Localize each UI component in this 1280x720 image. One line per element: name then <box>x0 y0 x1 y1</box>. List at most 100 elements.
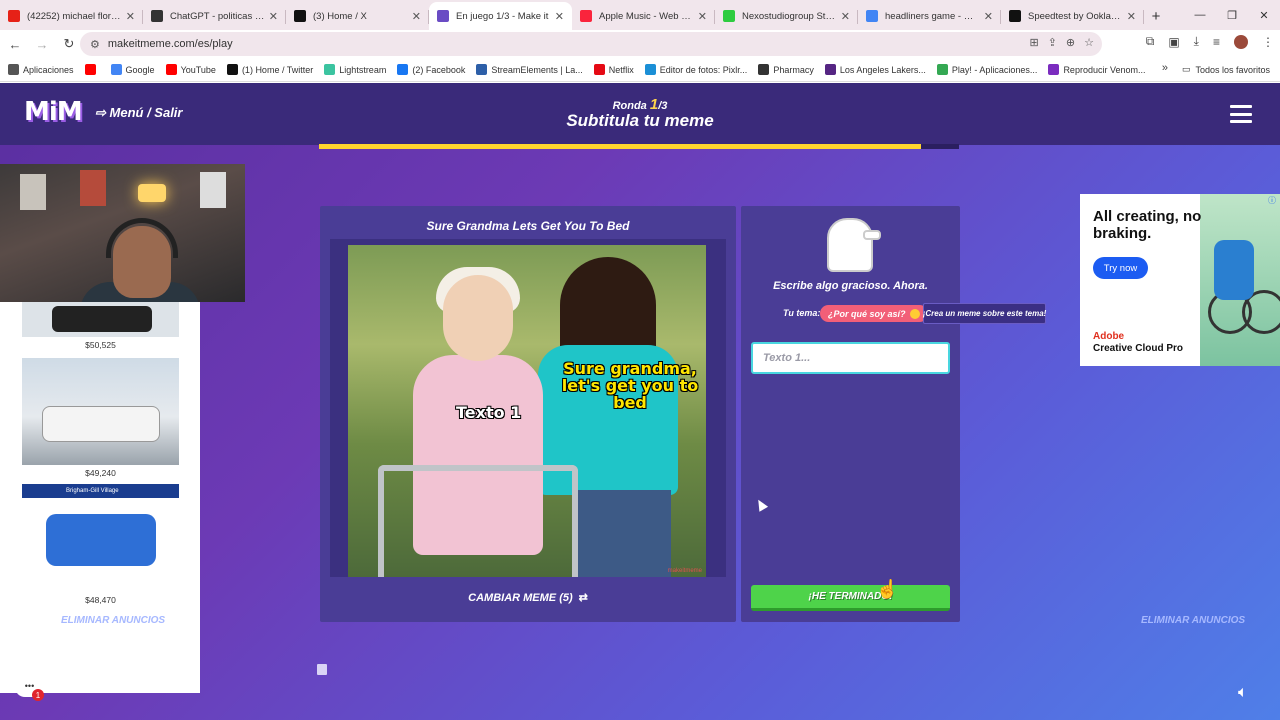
headset <box>106 218 178 258</box>
bookmark-item[interactable]: (1) Home / Twitter <box>226 64 313 75</box>
bookmark-item[interactable]: Aplicaciones <box>8 64 74 75</box>
browser-tab[interactable]: (42252) michael flores cam ✕ <box>0 2 143 30</box>
bookmark-label: Lightstream <box>339 64 387 75</box>
browser-tab[interactable]: Nexostudiogroup Stream ✕ <box>715 2 858 30</box>
ad-try-now-button[interactable]: Try now <box>1093 257 1148 279</box>
bookmark-icon <box>324 64 336 75</box>
extensions-icon[interactable]: ⧉ <box>1146 34 1155 49</box>
bookmark-item[interactable]: Google <box>110 64 155 75</box>
tab-close-icon[interactable]: ✕ <box>984 10 993 23</box>
tab-close-icon[interactable]: ✕ <box>126 10 135 23</box>
tab-close-icon[interactable]: ✕ <box>555 10 564 23</box>
browser-tab[interactable]: ChatGPT - politicas de cop ✕ <box>143 2 286 30</box>
download-icon[interactable]: ⤓ <box>1194 34 1199 49</box>
browser-tab[interactable]: (3) Home / X ✕ <box>286 2 429 30</box>
all-bookmarks[interactable]: ▭ Todos los favoritos <box>1182 64 1270 75</box>
change-meme-button[interactable]: CAMBIAR MEME (5) ⇄ <box>320 591 736 604</box>
bookmark-label: Editor de fotos: Pixlr... <box>659 64 748 75</box>
topic-chip[interactable]: ¿Por qué soy así? <box>820 305 928 322</box>
address-bar[interactable]: ⚙ makeitmeme.com/es/play ⊞ ⇪ ⊕ ☆ <box>80 32 1102 56</box>
tab-title: (3) Home / X <box>313 10 367 22</box>
bookmark-icon <box>397 64 409 75</box>
bookmark-label: YouTube <box>180 64 216 75</box>
bookmark-item[interactable]: Pharmacy <box>758 64 814 75</box>
share-icon[interactable]: ⇪ <box>1048 36 1057 49</box>
bookmark-label: Netflix <box>608 64 634 75</box>
bookmark-icon <box>110 64 122 75</box>
left-ad[interactable]: $50,525 $49,240 Brigham-Gill Village $48… <box>0 302 200 693</box>
media-control-icon[interactable]: ≡ <box>1213 35 1220 49</box>
bookmark-item[interactable]: Editor de fotos: Pixlr... <box>644 64 748 75</box>
car-price: $50,525 <box>85 340 116 350</box>
tab-title: (42252) michael flores cam <box>27 10 122 22</box>
tab-search-icon[interactable]: ▣ <box>1168 35 1179 49</box>
bookmark-item[interactable]: Los Angeles Lakers... <box>824 64 926 75</box>
tab-close-icon[interactable]: ✕ <box>841 10 850 23</box>
car-ad-1[interactable]: $50,525 <box>22 302 179 350</box>
forward-icon[interactable]: → <box>30 32 54 56</box>
info-icon[interactable] <box>317 664 327 675</box>
tab-close-icon[interactable]: ✕ <box>269 10 278 23</box>
meme-template-title: Sure Grandma Lets Get You To Bed <box>426 219 630 233</box>
minimize-icon[interactable]: — <box>1184 0 1216 30</box>
bookmark-icon <box>8 64 19 75</box>
close-window-icon[interactable]: ✕ <box>1248 0 1280 30</box>
meme-panel: Sure Grandma Lets Get You To Bed Texto 1… <box>320 206 736 622</box>
site-info-icon[interactable]: ⚙ <box>90 38 100 51</box>
car-price: $48,470 <box>85 595 116 605</box>
swap-icon: ⇄ <box>578 592 588 604</box>
remove-ads-right[interactable]: ELIMINAR ANUNCIOS <box>1141 615 1245 626</box>
page-title: Subtitula tu meme <box>566 111 714 130</box>
browser-tab[interactable]: Apple Music - Web Player ✕ <box>572 2 715 30</box>
bookmark-label: Play! - Aplicaciones... <box>951 64 1038 75</box>
hamburger-menu-icon[interactable] <box>1230 105 1252 123</box>
done-button[interactable]: ¡HE TERMINADO! <box>751 585 950 611</box>
bookmark-icon <box>824 64 836 75</box>
ad-headline: All creating, no braking. <box>1093 208 1202 243</box>
bookmark-icon <box>226 64 238 75</box>
bookmark-item[interactable]: Play! - Aplicaciones... <box>936 64 1038 75</box>
right-ad[interactable]: All creating, no braking. Try now Adobe … <box>1080 194 1280 366</box>
tab-close-icon[interactable]: ✕ <box>698 10 707 23</box>
translate-icon[interactable]: ⊞ <box>1029 36 1038 49</box>
tab-favicon-icon <box>151 10 163 22</box>
bookmark-item[interactable]: StreamElements | La... <box>476 64 583 75</box>
browser-toolbar: ← → ↻ ⚙ makeitmeme.com/es/play ⊞ ⇪ ⊕ ☆ ⧉… <box>0 30 1280 58</box>
browser-tab[interactable]: headliners game - Google ✕ <box>858 2 1001 30</box>
new-tab-button[interactable]: + <box>1144 2 1168 30</box>
bookmark-item[interactable]: (2) Facebook <box>397 64 465 75</box>
tab-close-icon[interactable]: ✕ <box>1127 10 1136 23</box>
reload-icon[interactable]: ↻ <box>57 32 81 56</box>
bookmark-item[interactable]: Lightstream <box>324 64 386 75</box>
caption-text-input[interactable] <box>751 342 950 374</box>
tab-title: Speedtest by Ookla - The <box>1028 10 1123 22</box>
caption-panel: Escribe algo gracioso. Ahora. Tu tema: ¿… <box>741 206 1046 622</box>
browser-tab[interactable]: En juego 1/3 - Make it ✕ <box>429 2 572 30</box>
menu-exit-button[interactable]: ⇨ Menú / Salir <box>95 105 182 121</box>
browser-menu-icon[interactable]: ⋮ <box>1262 35 1274 49</box>
bookmark-item[interactable]: YouTube <box>165 64 216 75</box>
bookmark-label: Google <box>125 64 155 75</box>
car-ad-3[interactable]: Brigham-Gill Village $48,470 <box>22 484 179 605</box>
back-icon[interactable]: ← <box>3 32 27 56</box>
more-bookmarks-icon[interactable]: » <box>1162 62 1168 74</box>
zoom-icon[interactable]: ⊕ <box>1066 36 1075 49</box>
create-topic-hint: ¡Crea un meme sobre este tema! <box>923 303 1046 324</box>
bookmark-star-icon[interactable]: ☆ <box>1084 36 1094 49</box>
logo[interactable]: MiM <box>24 97 83 127</box>
car-ad-2[interactable]: $49,240 <box>22 358 179 478</box>
bookmark-item[interactable]: Reproducir Venom... <box>1048 64 1145 75</box>
tab-favicon-icon <box>294 10 306 22</box>
profile-avatar[interactable] <box>1234 34 1248 49</box>
tab-title: Nexostudiogroup Stream <box>742 10 837 22</box>
tab-close-icon[interactable]: ✕ <box>412 10 421 23</box>
neon-light <box>138 184 166 202</box>
remove-ads-left[interactable]: ELIMINAR ANUNCIOS <box>61 615 165 626</box>
bookmark-item[interactable] <box>84 64 100 75</box>
bookmark-item[interactable]: Netflix <box>593 64 634 75</box>
ad-choices-icon[interactable]: ⓘ <box>1268 195 1278 205</box>
sound-icon[interactable]: 🔈︎ <box>1238 684 1248 702</box>
restore-icon[interactable]: ❐ <box>1216 0 1248 30</box>
tab-favicon-icon <box>8 10 20 22</box>
browser-tab[interactable]: Speedtest by Ookla - The ✕ <box>1001 2 1144 30</box>
